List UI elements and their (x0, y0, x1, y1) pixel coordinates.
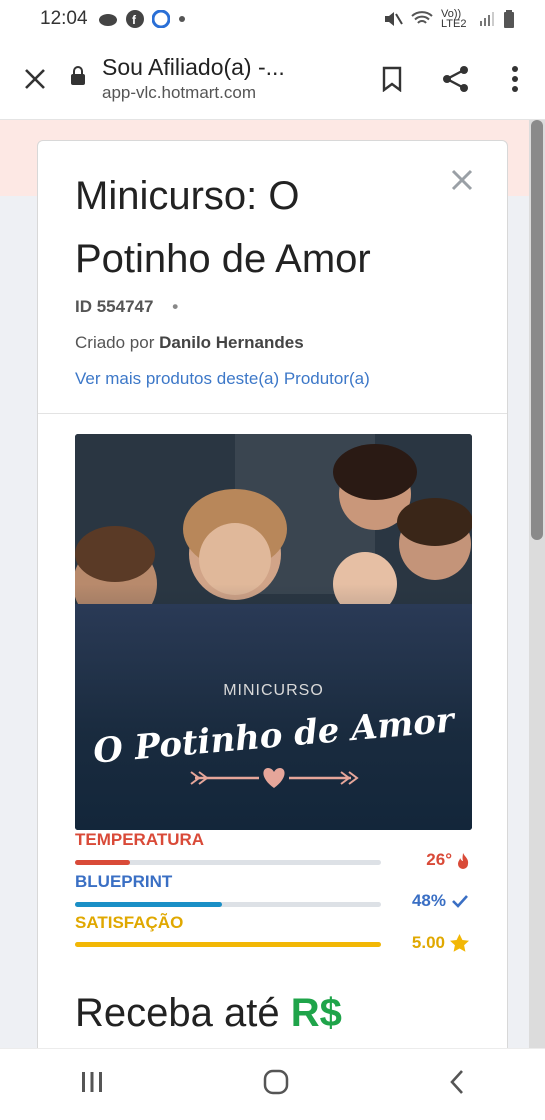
image-overlay-small-text: MINICURSO (223, 682, 324, 699)
address-area[interactable]: Sou Afiliado(a) -... app-vlc.hotmart.com (102, 54, 357, 103)
system-icons: Vo)) LTE2 (383, 8, 515, 30)
separator-dot: • (172, 297, 179, 316)
more-products-link[interactable]: Ver mais produtos deste(a) Produtor(a) (75, 369, 370, 389)
currency-symbol: R$ (290, 991, 342, 1035)
notification-icons: f (98, 10, 186, 28)
star-icon (450, 934, 469, 952)
page-title: Sou Afiliado(a) -... (102, 54, 285, 80)
product-modal: Minicurso: O Potinho de Amor ID 554747 •… (37, 140, 508, 1080)
satisfaction-label: SATISFAÇÃO (75, 913, 184, 932)
product-id: ID 554747 • (75, 297, 178, 317)
signal-icon (480, 12, 494, 26)
heart-arrow-icon (190, 768, 359, 788)
page-scrollbar[interactable] (529, 120, 545, 1048)
receba-text: Receba até (75, 991, 280, 1035)
recent-apps-button[interactable] (80, 1071, 104, 1098)
check-icon (452, 895, 468, 908)
close-icon (451, 169, 473, 191)
blueprint-bar (75, 902, 381, 907)
messenger-icon (151, 10, 170, 28)
flame-icon (458, 852, 469, 869)
temperature-bar-fill (75, 860, 131, 865)
blueprint-label: BLUEPRINT (75, 872, 173, 891)
share-button[interactable] (427, 64, 485, 94)
more-vertical-icon (512, 65, 518, 92)
author-name: Danilo Hernandes (159, 333, 304, 352)
satisfaction-value: 5.00 (412, 933, 469, 953)
blueprint-value: 48% (412, 891, 469, 911)
scrollbar-thumb[interactable] (531, 120, 543, 540)
blueprint-value-text: 48% (411, 891, 446, 910)
close-icon (25, 68, 45, 89)
mute-icon (385, 12, 403, 26)
receba-heading: Receba até R$ (75, 991, 342, 1036)
wifi-icon (411, 11, 433, 24)
bookmark-icon (382, 66, 402, 92)
url-text: app-vlc.hotmart.com (102, 83, 256, 102)
android-navigation-bar (0, 1048, 545, 1120)
share-icon (443, 65, 468, 92)
satisfaction-bar-fill (75, 942, 381, 947)
blueprint-bar-fill (75, 902, 222, 907)
facebook-icon: f (125, 10, 144, 28)
modal-close-button[interactable] (451, 163, 473, 197)
recent-apps-icon (81, 1072, 102, 1092)
temperature-value: 26° (426, 850, 469, 870)
browser-toolbar: Sou Afiliado(a) -... app-vlc.hotmart.com (0, 38, 545, 120)
more-notifications-icon (178, 16, 185, 22)
overflow-menu-button[interactable] (485, 65, 545, 93)
network-type: Vo)) LTE2 (441, 8, 467, 30)
lock-icon (70, 66, 90, 91)
author-line: Criado por Danilo Hernandes (75, 333, 304, 353)
home-icon (264, 1069, 289, 1095)
close-tab-button[interactable] (0, 62, 70, 96)
status-bar: 12:04 f Vo)) LTE2 (0, 0, 545, 38)
product-image: MINICURSO O Potinho de Amor (75, 434, 472, 830)
satisfaction-value-text: 5.00 (411, 933, 445, 952)
battery-icon (504, 10, 514, 28)
home-button[interactable] (263, 1069, 289, 1100)
product-title: Minicurso: O Potinho de Amor (75, 174, 371, 281)
back-icon (450, 1070, 464, 1094)
temperature-bar (75, 860, 381, 865)
divider (38, 413, 507, 414)
bookmark-button[interactable] (357, 66, 427, 92)
temperature-label: TEMPERATURA (75, 830, 205, 849)
status-time: 12:04 (40, 8, 88, 29)
back-button[interactable] (449, 1069, 465, 1100)
temperature-value-text: 26° (426, 850, 452, 869)
satisfaction-bar (75, 942, 381, 947)
product-id-text: ID 554747 (75, 297, 154, 316)
created-by-label: Criado por (75, 333, 155, 352)
cloud-notification-icon (98, 14, 117, 26)
